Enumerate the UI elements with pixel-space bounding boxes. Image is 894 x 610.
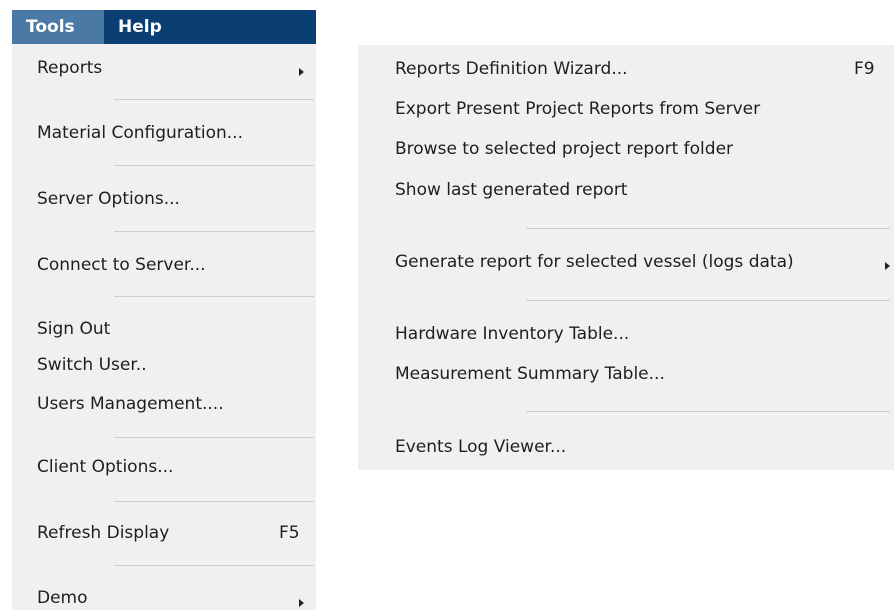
menu-separator xyxy=(114,501,314,502)
menu-item-server-options[interactable]: Server Options... xyxy=(37,189,180,209)
menu-item-reports[interactable]: Reports xyxy=(37,58,102,78)
shortcut-f5: F5 xyxy=(279,523,300,543)
menu-separator xyxy=(526,228,890,229)
menu-item-show-last-report[interactable]: Show last generated report xyxy=(395,180,627,200)
menu-separator xyxy=(526,411,890,412)
submenu-arrow-icon xyxy=(299,68,304,76)
menu-separator xyxy=(114,565,314,566)
menu-item-material-configuration[interactable]: Material Configuration... xyxy=(37,123,243,143)
menu-separator xyxy=(114,165,314,166)
menu-item-switch-user[interactable]: Switch User.. xyxy=(37,355,147,375)
menu-item-client-options[interactable]: Client Options... xyxy=(37,457,173,477)
menu-bar: Tools Help xyxy=(12,10,316,44)
menu-separator xyxy=(526,300,890,301)
reports-submenu: Reports Definition Wizard... F9 Export P… xyxy=(358,45,894,470)
submenu-arrow-icon xyxy=(299,599,304,607)
menu-item-sign-out[interactable]: Sign Out xyxy=(37,319,110,339)
tools-menu: Reports Material Configuration... Server… xyxy=(12,44,316,610)
menu-item-export-project-reports[interactable]: Export Present Project Reports from Serv… xyxy=(395,99,760,119)
menu-separator xyxy=(114,99,314,100)
menu-item-demo[interactable]: Demo xyxy=(37,588,88,608)
menu-item-events-log-viewer[interactable]: Events Log Viewer... xyxy=(395,437,566,457)
shortcut-f9: F9 xyxy=(854,59,875,79)
menu-item-measurement-summary-table[interactable]: Measurement Summary Table... xyxy=(395,364,665,384)
menu-item-connect-to-server[interactable]: Connect to Server... xyxy=(37,255,206,275)
menu-help[interactable]: Help xyxy=(104,10,182,44)
submenu-arrow-icon xyxy=(885,262,890,270)
menu-item-generate-vessel-report[interactable]: Generate report for selected vessel (log… xyxy=(395,252,794,272)
menu-item-hardware-inventory-table[interactable]: Hardware Inventory Table... xyxy=(395,324,629,344)
menu-separator xyxy=(114,437,314,438)
menu-item-users-management[interactable]: Users Management.... xyxy=(37,394,224,414)
menu-separator xyxy=(114,231,314,232)
menu-tools[interactable]: Tools xyxy=(12,10,104,44)
menu-item-refresh-display[interactable]: Refresh Display xyxy=(37,523,169,543)
menu-item-browse-report-folder[interactable]: Browse to selected project report folder xyxy=(395,139,733,159)
menu-item-reports-definition-wizard[interactable]: Reports Definition Wizard... xyxy=(395,59,628,79)
menu-separator xyxy=(114,296,314,297)
